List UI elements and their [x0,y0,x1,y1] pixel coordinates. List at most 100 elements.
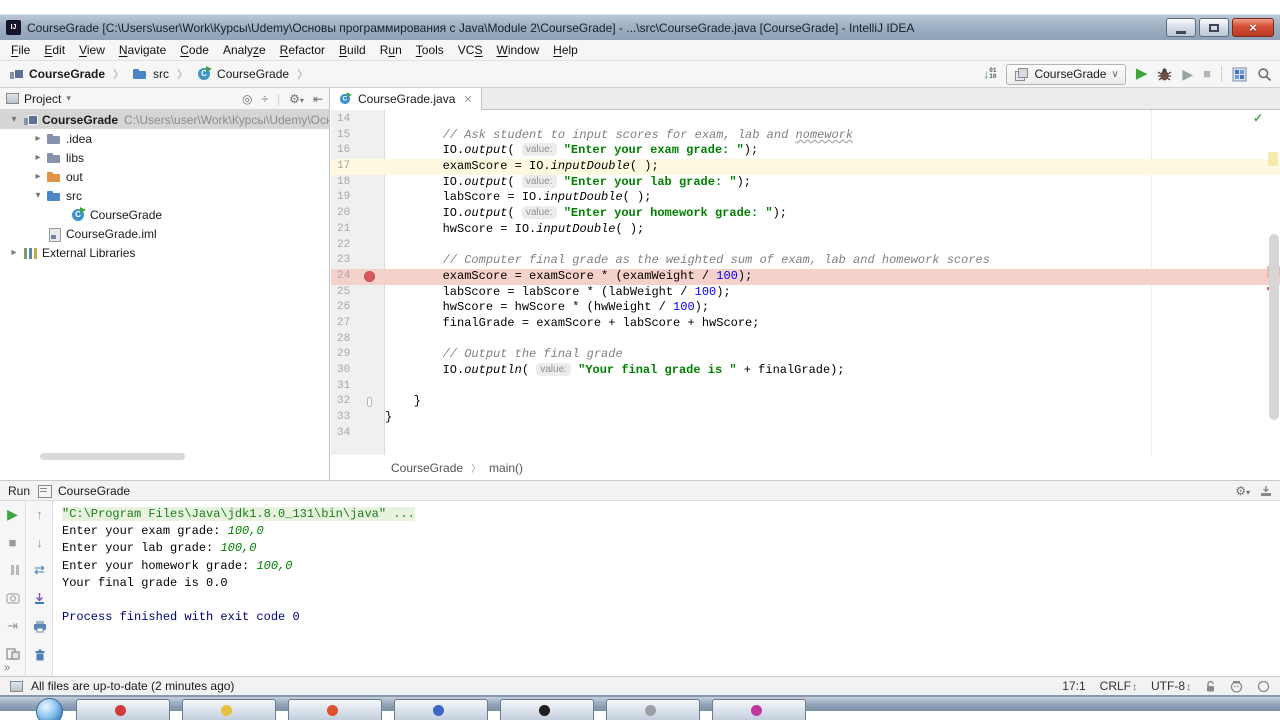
debug-button[interactable] [1157,67,1172,82]
line-number[interactable]: 27 [331,316,361,332]
taskbar-button-3[interactable] [288,699,382,720]
menu-view[interactable]: View [72,41,112,59]
menu-code[interactable]: Code [173,41,216,59]
code-line-23[interactable]: 23 // Computer final grade as the weight… [331,253,1280,269]
breadcrumb-src[interactable]: src [153,67,169,81]
stop-button[interactable]: ■ [5,534,21,550]
run-button[interactable]: ▶ [1136,67,1148,81]
toggle-toolwindows-icon[interactable] [10,681,23,692]
gutter-cell[interactable] [361,175,385,191]
update-project-icon[interactable]: ↓0110 [983,67,996,81]
project-structure-icon[interactable] [1232,67,1247,82]
menu-file[interactable]: File [4,41,37,59]
pause-output-button[interactable] [5,562,21,578]
gutter-cell[interactable] [361,238,385,254]
taskbar-button-5[interactable] [500,699,594,720]
gutter-cell[interactable] [361,269,385,285]
tree-item-out[interactable]: ▸out [0,167,329,186]
run-panel-title[interactable]: Run [8,484,30,498]
stripe-mark-current-line[interactable] [1268,152,1278,166]
line-number[interactable]: 33 [331,410,361,426]
inspections-ok-icon[interactable]: ✓ [1253,111,1263,125]
line-number[interactable]: 30 [331,363,361,379]
run-config-name[interactable]: CourseGrade [58,484,130,498]
gutter-cell[interactable] [361,316,385,332]
code-line-30[interactable]: 30 IO.outputln( value: "Your final grade… [331,363,1280,379]
chevron-right-icon[interactable]: ▸ [6,247,22,258]
line-number[interactable]: 24 [331,269,361,285]
breadcrumb-class[interactable]: CourseGrade [217,67,289,81]
line-number[interactable]: 17 [331,159,361,175]
gutter-cell[interactable] [361,410,385,426]
menu-vcs[interactable]: VCS [451,41,490,59]
collapse-all-icon[interactable]: ÷ [261,92,268,106]
lock-icon[interactable] [1205,680,1216,693]
run-with-coverage-button[interactable]: ▶ [1182,67,1193,81]
fold-marker-icon[interactable] [367,397,372,407]
taskbar-button-7[interactable] [712,699,806,720]
gutter-cell[interactable] [361,190,385,206]
maximize-button[interactable] [1199,18,1229,37]
breadcrumb-project[interactable]: CourseGrade [29,67,105,81]
encoding-indicator[interactable]: UTF-8↕ [1151,679,1191,693]
code-line-17[interactable]: 17 examScore = IO.inputDouble( ); [331,159,1280,175]
gutter-cell[interactable] [361,222,385,238]
vertical-scrollbar[interactable] [1269,234,1279,420]
menu-refactor[interactable]: Refactor [273,41,332,59]
line-number[interactable]: 18 [331,175,361,191]
menu-help[interactable]: Help [546,41,585,59]
breadcrumb-class[interactable]: CourseGrade [391,461,463,475]
line-number[interactable]: 15 [331,128,361,144]
line-number[interactable]: 26 [331,300,361,316]
project-panel-title[interactable]: Project [24,92,61,106]
stop-button[interactable]: ■ [1203,67,1211,81]
tree-item-coursegrade[interactable]: CourseGrade [0,205,329,224]
code-line-24[interactable]: 24 examScore = examScore * (examWeight /… [331,269,1280,285]
line-number[interactable]: 28 [331,332,361,348]
code-line-31[interactable]: 31 [331,379,1280,395]
close-button[interactable]: × [1232,18,1274,37]
taskbar-button-2[interactable] [182,699,276,720]
code-line-28[interactable]: 28 [331,332,1280,348]
code-line-18[interactable]: 18 IO.output( value: "Enter your lab gra… [331,175,1280,191]
menu-tools[interactable]: Tools [409,41,451,59]
code-line-29[interactable]: 29 // Output the final grade [331,347,1280,363]
prev-occurrence-icon[interactable]: ↑ [32,506,48,522]
gutter-cell[interactable] [361,363,385,379]
tree-item-src[interactable]: ▾src [0,186,329,205]
line-number[interactable]: 31 [331,379,361,395]
code-line-14[interactable]: 14 [331,112,1280,128]
taskbar-button-6[interactable] [606,699,700,720]
line-number[interactable]: 25 [331,285,361,301]
locate-file-icon[interactable]: ◎ [242,92,252,106]
line-number[interactable]: 20 [331,206,361,222]
code-editor[interactable]: 1415 // Ask student to input scores for … [331,110,1280,455]
search-everywhere-icon[interactable] [1257,67,1272,82]
settings-gear-icon[interactable]: ⚙▾ [289,92,304,106]
gutter-cell[interactable] [361,159,385,175]
chevron-right-icon[interactable]: ▸ [30,133,46,144]
tree-item--idea[interactable]: ▸.idea [0,129,329,148]
scroll-to-end-icon[interactable] [32,590,48,606]
line-number[interactable]: 34 [331,426,361,442]
chevron-down-icon[interactable]: ▾ [66,93,71,104]
settings-gear-icon[interactable]: ⚙▾ [1235,484,1250,498]
run-configuration-select[interactable]: CourseGrade ∨ [1006,64,1125,85]
exit-icon[interactable]: ⇥ [5,618,21,634]
gutter-cell[interactable] [361,143,385,159]
chevron-down-icon[interactable]: ▾ [30,190,46,201]
next-occurrence-icon[interactable]: ↓ [32,534,48,550]
status-message[interactable]: All files are up-to-date (2 minutes ago) [31,679,234,693]
window-titlebar[interactable]: IJ CourseGrade [C:\Users\user\Work\Курсы… [0,14,1280,40]
gutter-cell[interactable] [361,285,385,301]
hide-tool-window-icon[interactable] [1260,485,1272,497]
more-actions-icon[interactable]: » [4,662,10,674]
horizontal-scrollbar[interactable] [40,453,185,460]
code-line-20[interactable]: 20 IO.output( value: "Enter your homewor… [331,206,1280,222]
code-line-22[interactable]: 22 [331,238,1280,254]
code-line-27[interactable]: 27 finalGrade = examScore + labScore + h… [331,316,1280,332]
line-number[interactable]: 21 [331,222,361,238]
tree-item-coursegrade[interactable]: ▾CourseGradeC:\Users\user\Work\Курсы\Ude… [0,110,329,129]
gutter-cell[interactable] [361,347,385,363]
menu-analyze[interactable]: Analyze [216,41,273,59]
